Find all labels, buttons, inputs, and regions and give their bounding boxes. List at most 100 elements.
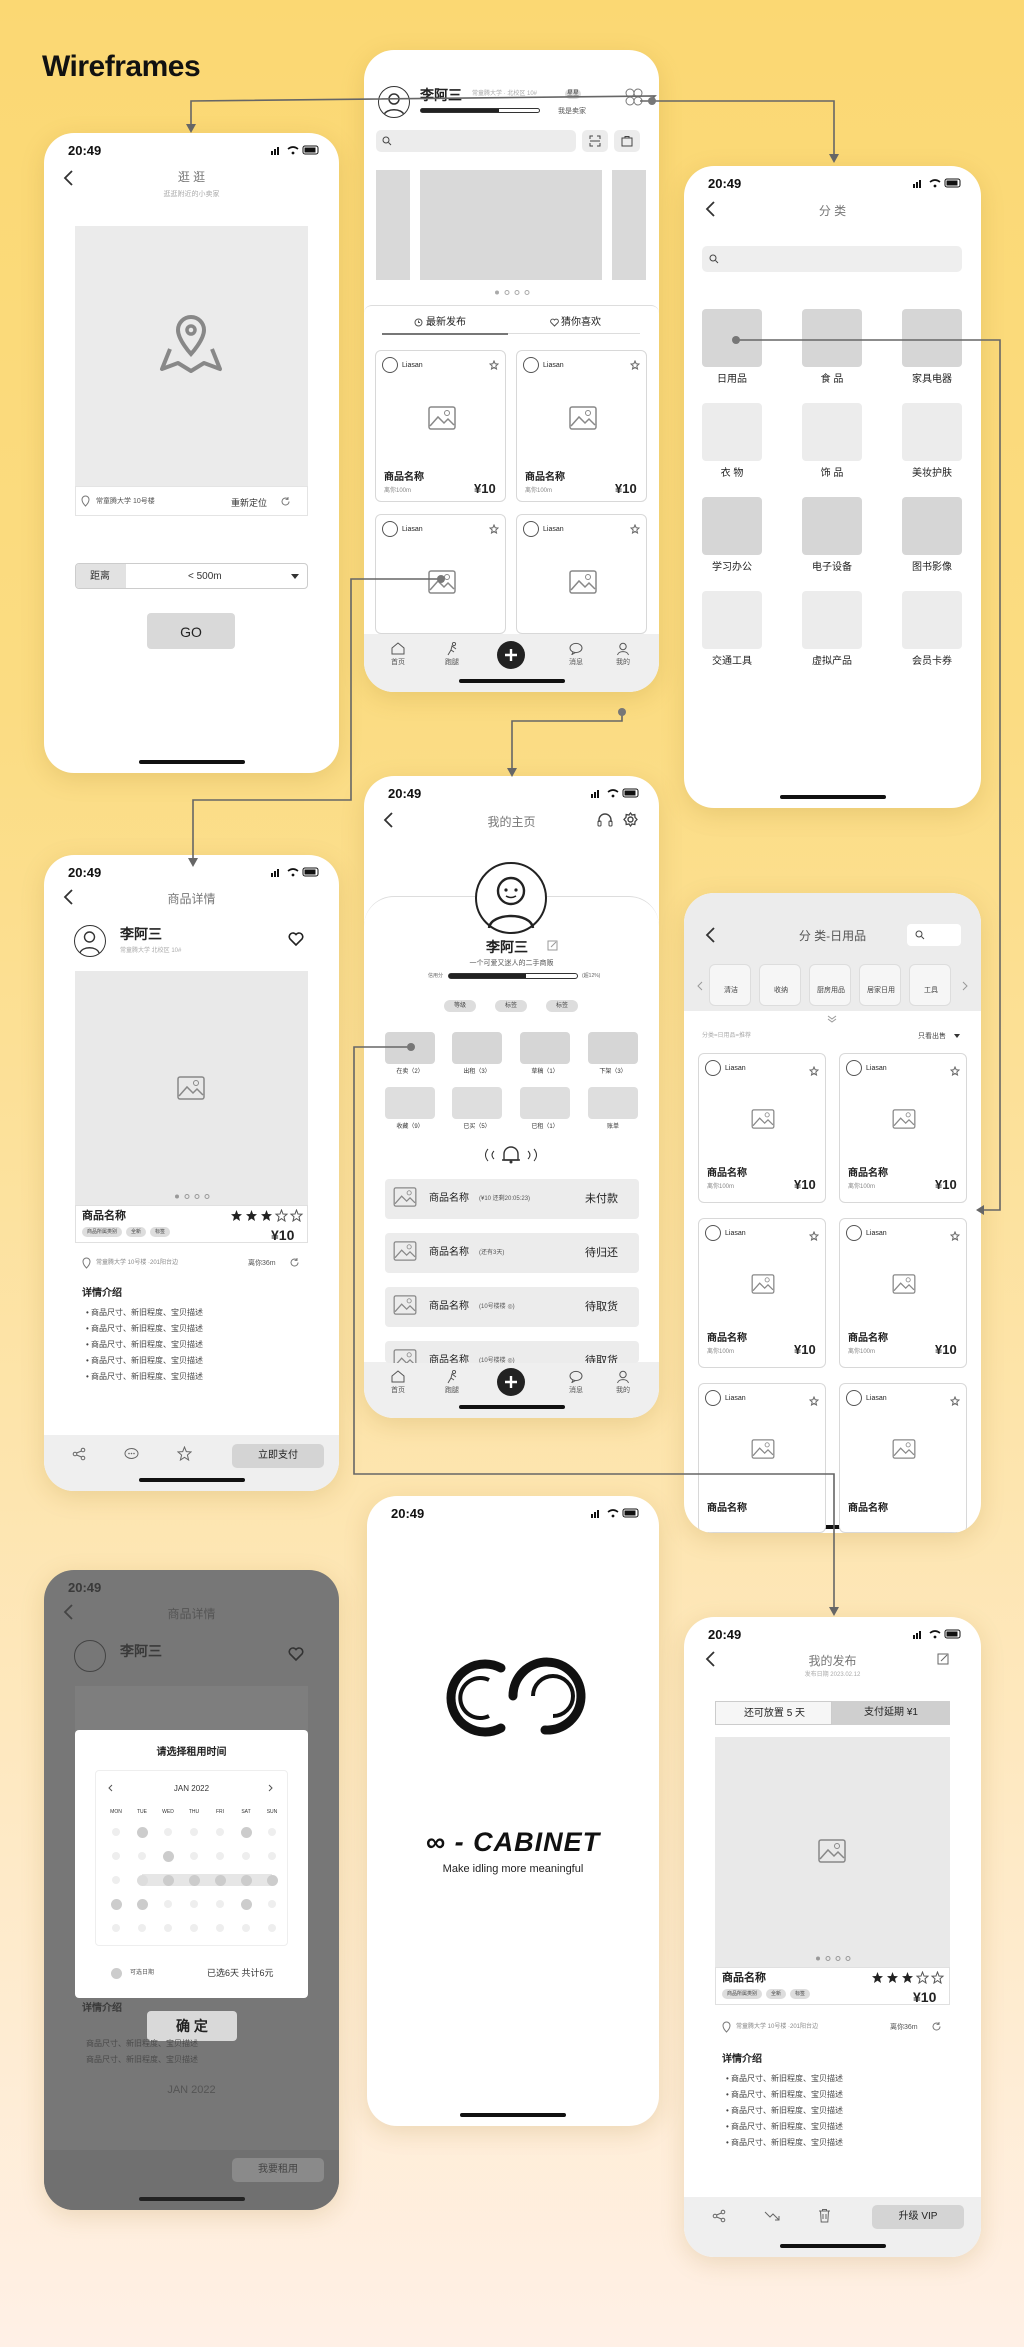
product-card[interactable]: Liasan 商品名称 离你100m ¥10 <box>839 1218 967 1368</box>
category-item[interactable]: 衣 物 <box>702 403 762 479</box>
tab-latest[interactable]: 最新发布 <box>426 318 466 328</box>
order-row[interactable]: 商品名称 (10号楼楼 ◎) 待取货 <box>385 1341 639 1363</box>
share-icon[interactable] <box>712 2209 726 2223</box>
star-icon[interactable] <box>808 1393 820 1411</box>
chevron-left-icon[interactable] <box>697 981 703 991</box>
nav-errand[interactable]: 跑腿 <box>445 1387 459 1394</box>
search-input[interactable] <box>376 130 576 152</box>
stat-item[interactable]: 下架（3） <box>588 1032 638 1078</box>
edit-icon[interactable] <box>547 940 558 951</box>
search-input[interactable] <box>702 246 962 272</box>
calendar-day[interactable] <box>164 1900 172 1908</box>
subcategory-chip[interactable]: 居家日用 <box>859 964 901 1006</box>
star-icon[interactable] <box>949 1063 961 1081</box>
product-card[interactable]: Liasan 商品名称 离你100m ¥10 <box>839 1053 967 1203</box>
star-icon[interactable] <box>630 524 640 534</box>
chat-icon[interactable] <box>124 1447 139 1461</box>
product-card[interactable]: Liasan 商品名称 离你100m ¥10 <box>375 350 506 502</box>
stat-item[interactable]: 已租（1） <box>520 1087 570 1133</box>
nav-message[interactable]: 消息 <box>569 659 583 666</box>
tag-button[interactable]: 标签 <box>495 1000 527 1012</box>
stat-item[interactable]: 在卖（2） <box>385 1032 435 1078</box>
trash-icon[interactable] <box>818 2208 831 2223</box>
calendar-day[interactable] <box>162 1850 174 1862</box>
star-icon[interactable] <box>489 360 499 370</box>
star-icon[interactable] <box>808 1063 820 1081</box>
category-item[interactable]: 学习办公 <box>702 497 762 573</box>
category-item[interactable]: 虚拟产品 <box>802 591 862 667</box>
calendar-day[interactable] <box>190 1852 198 1860</box>
category-item[interactable]: 会员卡券 <box>902 591 962 667</box>
product-card[interactable]: Liasan 商品名称 离你100m ¥10 <box>698 1053 826 1203</box>
add-button[interactable] <box>497 641 525 669</box>
avatar[interactable] <box>378 86 410 118</box>
star-icon[interactable] <box>949 1228 961 1246</box>
stat-item[interactable]: 草稿（1） <box>520 1032 570 1078</box>
calendar-day[interactable] <box>162 1874 174 1886</box>
home-icon[interactable] <box>391 1370 405 1383</box>
category-item[interactable]: 交通工具 <box>702 591 762 667</box>
category-item[interactable]: 日用品 <box>702 309 762 385</box>
category-item[interactable]: 图书影像 <box>902 497 962 573</box>
home-icon[interactable] <box>391 642 405 655</box>
message-icon[interactable] <box>569 642 583 655</box>
headset-icon[interactable] <box>597 813 613 827</box>
calendar-day[interactable] <box>136 1826 148 1838</box>
calendar-day[interactable] <box>268 1924 276 1932</box>
calendar-day[interactable] <box>240 1898 252 1910</box>
calendar-day[interactable] <box>216 1900 224 1908</box>
calendar-day[interactable] <box>112 1924 120 1932</box>
refresh-icon[interactable] <box>280 496 291 507</box>
run-icon[interactable] <box>445 1370 459 1384</box>
calendar-day[interactable] <box>164 1924 172 1932</box>
calendar-day[interactable] <box>112 1828 120 1836</box>
avatar[interactable] <box>475 862 547 934</box>
order-row[interactable]: 商品名称 (还有3天) 待归还 <box>385 1233 639 1273</box>
calendar-day[interactable] <box>138 1852 146 1860</box>
bell-icon[interactable] <box>480 1146 542 1164</box>
category-item[interactable]: 电子设备 <box>802 497 862 573</box>
run-icon[interactable] <box>445 642 459 656</box>
banner-right[interactable] <box>612 170 646 280</box>
calendar-day[interactable] <box>216 1828 224 1836</box>
calendar-day[interactable] <box>136 1898 148 1910</box>
calendar-day[interactable] <box>110 1898 122 1910</box>
calendar-day[interactable] <box>214 1874 226 1886</box>
calendar-day[interactable] <box>112 1852 120 1860</box>
subcategory-chip[interactable]: 收纳 <box>759 964 801 1006</box>
calendar-day[interactable] <box>268 1852 276 1860</box>
refresh-icon[interactable] <box>931 2021 942 2032</box>
calendar-day[interactable] <box>164 1828 172 1836</box>
chevron-right-icon[interactable] <box>962 981 968 991</box>
favorite-icon[interactable] <box>288 932 304 947</box>
edit-icon[interactable] <box>937 1653 949 1665</box>
product-card[interactable]: Liasan 商品名称 <box>698 1383 826 1533</box>
calendar-day[interactable] <box>266 1874 278 1886</box>
star-icon[interactable] <box>489 524 499 534</box>
chevron-right-icon[interactable] <box>268 1784 273 1792</box>
category-item[interactable]: 食 品 <box>802 309 862 385</box>
stat-item[interactable]: 出租（3） <box>452 1032 502 1078</box>
confirm-button[interactable]: 确 定 <box>147 2011 237 2041</box>
go-button[interactable]: GO <box>147 613 235 649</box>
nav-mine[interactable]: 我的 <box>616 659 630 666</box>
nav-message[interactable]: 消息 <box>569 1387 583 1394</box>
calendar-day[interactable] <box>190 1900 198 1908</box>
trend-down-icon[interactable] <box>764 2210 780 2222</box>
banner-main[interactable] <box>420 170 602 280</box>
person-icon[interactable] <box>616 642 630 656</box>
share-icon[interactable] <box>72 1447 86 1461</box>
tab-remaining[interactable]: 还可放置 5 天 <box>715 1701 832 1725</box>
calendar-day[interactable] <box>190 1828 198 1836</box>
star-icon[interactable] <box>808 1228 820 1246</box>
upgrade-vip-button[interactable]: 升级 VIP <box>872 2205 964 2229</box>
nav-home[interactable]: 首页 <box>391 1387 405 1394</box>
order-row[interactable]: 商品名称 (10号楼楼 ◎) 待取货 <box>385 1287 639 1327</box>
stat-item[interactable]: 已买（5） <box>452 1087 502 1133</box>
calendar-day[interactable] <box>136 1874 148 1886</box>
star-icon[interactable] <box>630 360 640 370</box>
flower-icon[interactable] <box>624 87 644 107</box>
nav-home[interactable]: 首页 <box>391 659 405 666</box>
level-button[interactable]: 等级 <box>444 1000 476 1012</box>
calendar-day[interactable] <box>242 1924 250 1932</box>
